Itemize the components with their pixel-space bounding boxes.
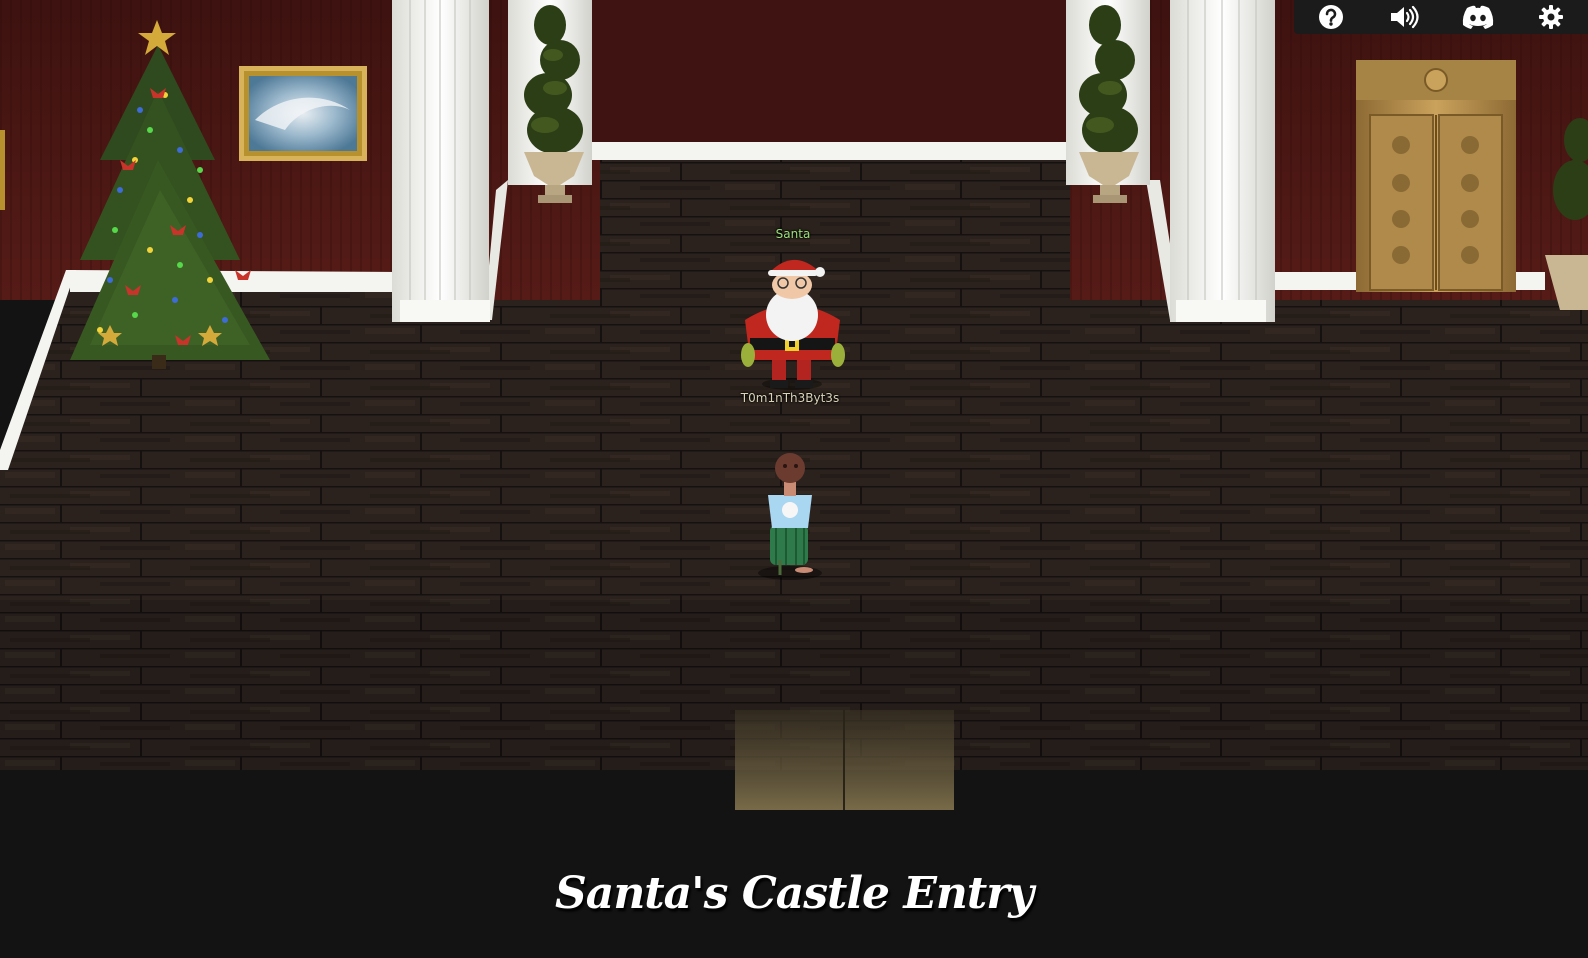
pillar-left — [392, 0, 490, 322]
discord-icon — [1462, 5, 1493, 29]
help-button[interactable] — [1309, 0, 1353, 34]
pillar-right — [1170, 0, 1275, 322]
room-title: Santa's Castle Entry — [555, 868, 1034, 919]
hallway-wall — [592, 0, 1070, 142]
sound-button[interactable] — [1382, 0, 1426, 34]
player-nameplate: T0m1nTh3Byt3s — [740, 391, 840, 405]
framed-painting — [239, 66, 367, 161]
settings-button[interactable] — [1529, 0, 1573, 34]
left-wall-frame — [0, 130, 5, 210]
sound-icon — [1391, 5, 1419, 29]
golden-door[interactable] — [1356, 60, 1516, 292]
settings-icon — [1539, 5, 1564, 29]
exit-doormat[interactable] — [735, 710, 954, 810]
game-toolbar — [1294, 0, 1588, 34]
discord-button[interactable] — [1456, 0, 1500, 34]
game-scene[interactable] — [0, 0, 1588, 958]
help-icon — [1318, 5, 1343, 29]
npc-nameplate: Santa — [775, 227, 811, 241]
